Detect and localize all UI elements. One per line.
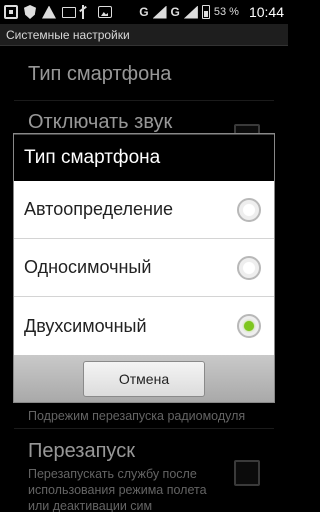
usb-icon [82,5,92,19]
network-type-2: G [170,5,180,19]
battery-icon [201,5,210,19]
grid-icon [4,5,18,19]
image-icon [98,6,112,18]
title-bar: Системные настройки [0,24,288,46]
battery-percent: 53 % [213,6,239,18]
option-single-sim[interactable]: Односимочный [14,239,274,297]
shield-icon [24,5,36,19]
option-label: Односимочный [24,257,152,277]
radio-dual-sim[interactable] [237,314,261,338]
status-bar: G G 53 % 10:44 [0,0,288,24]
cancel-button[interactable]: Отмена [83,360,205,397]
clock: 10:44 [248,4,284,20]
option-label: Двухсимочный [24,315,147,336]
option-dual-sim[interactable]: Двухсимочный [14,297,274,355]
dialog-button-bar: Отмена [14,355,274,402]
option-label: Автоопределение [24,199,174,219]
radio-single-sim[interactable] [237,255,261,280]
option-autodetect[interactable]: Автоопределение [14,181,274,239]
signal-icon [152,5,167,19]
radio-autodetect[interactable] [237,197,261,222]
warning-icon [42,5,56,19]
network-type: G [139,5,149,19]
phone-type-dialog: Тип смартфона Автоопределение Односимочн… [14,134,274,402]
mail-icon [62,6,76,18]
signal-icon-2 [183,5,198,19]
page-title: Системные настройки [6,27,130,42]
dialog-title: Тип смартфона [14,134,274,181]
